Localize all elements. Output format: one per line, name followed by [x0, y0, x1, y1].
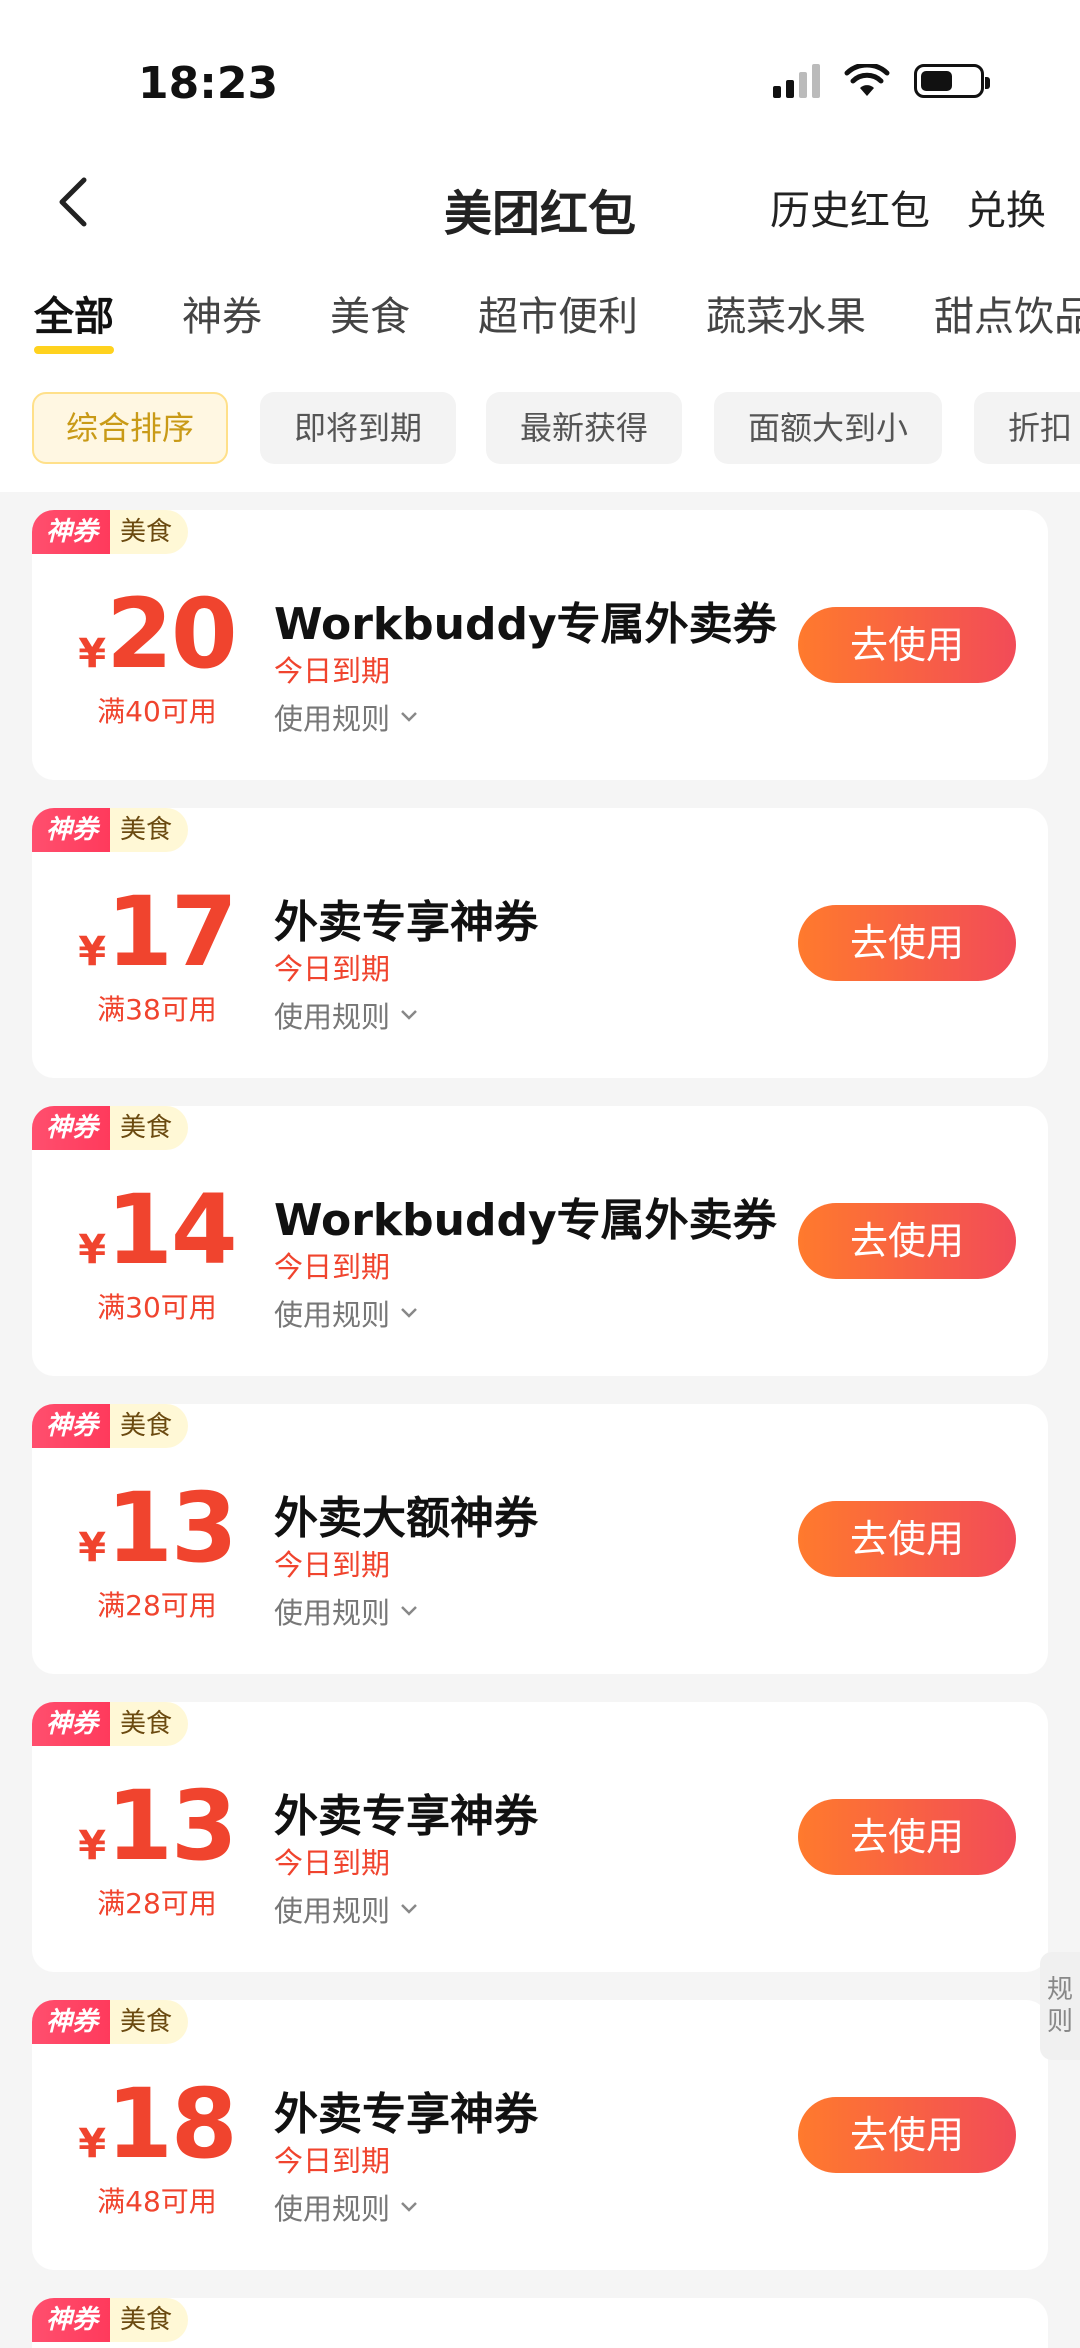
tab-supermarket[interactable]: 超市便利: [478, 284, 638, 342]
cellular-signal-icon: [773, 64, 820, 98]
history-link[interactable]: 历史红包: [770, 178, 930, 236]
coupon-amount: ¥20: [78, 578, 237, 690]
tab-vegetables[interactable]: 蔬菜水果: [706, 284, 866, 342]
header-area: 18:23 美团红包 历史红包 兑换 全部 神券 美食 超市便利 蔬菜水果 甜点…: [0, 0, 1080, 492]
coupon-amount: ¥13: [78, 1472, 237, 1584]
coupon-amount: ¥17: [78, 876, 237, 988]
shenquan-badge: 神券: [32, 808, 111, 852]
coupon-title: 外卖专享神券: [274, 897, 538, 948]
category-badge: 美食: [110, 1702, 189, 1746]
category-badge: 美食: [110, 1106, 189, 1150]
chevron-down-icon: [401, 1606, 417, 1616]
coupon-card: 神券 美食 ¥20 满40可用 Workbuddy专属外卖券 今日到期 使用规则 …: [32, 510, 1048, 780]
chevron-down-icon: [401, 1904, 417, 1914]
use-coupon-button[interactable]: 去使用: [798, 1799, 1016, 1875]
usage-rules-toggle[interactable]: 使用规则: [274, 1888, 418, 1930]
filter-amount-desc[interactable]: 面额大到小: [714, 392, 942, 464]
coupon-amount: ¥14: [78, 1174, 237, 1286]
wifi-icon: [844, 64, 890, 96]
filter-discount[interactable]: 折扣: [974, 392, 1080, 464]
coupon-card: 神券 美食 ¥17 满38可用 外卖专享神券 今日到期 使用规则 去使用: [32, 808, 1048, 1078]
coupon-card: 神券 美食 ¥13 满28可用 外卖专享神券 今日到期 使用规则 去使用: [32, 1702, 1048, 1972]
coupon-title: Workbuddy专属外卖券: [274, 599, 777, 650]
shenquan-badge: 神券: [32, 2000, 111, 2044]
chevron-down-icon: [401, 712, 417, 722]
tab-shenquan[interactable]: 神券: [182, 284, 262, 342]
category-badge: 美食: [110, 2000, 189, 2044]
coupon-card: 神券 美食 ¥18 满48可用 外卖专享神券 今日到期 使用规则 去使用: [32, 2000, 1048, 2270]
category-badge: 美食: [110, 510, 189, 554]
coupon-expire: 今日到期: [274, 2144, 391, 2178]
coupon-threshold: 满28可用: [97, 1589, 217, 1622]
shenquan-badge: 神券: [32, 1404, 111, 1448]
status-time: 18:23: [138, 58, 279, 109]
category-tabs: 全部 神券 美食 超市便利 蔬菜水果 甜点饮品: [0, 284, 1080, 360]
coupon-threshold: 满30可用: [97, 1291, 217, 1324]
tab-food[interactable]: 美食: [330, 284, 410, 342]
coupon-threshold: 满28可用: [97, 1887, 217, 1920]
coupon-expire: 今日到期: [274, 654, 391, 688]
coupon-title: 外卖大额神券: [274, 1493, 538, 1544]
coupon-threshold: 满40可用: [97, 695, 217, 728]
coupon-expire: 今日到期: [274, 1846, 391, 1880]
tab-all[interactable]: 全部: [34, 284, 114, 342]
coupon-title: 外卖专享神券: [274, 1791, 538, 1842]
filter-newest[interactable]: 最新获得: [486, 392, 682, 464]
category-badge: 美食: [110, 1404, 189, 1448]
use-coupon-button[interactable]: 去使用: [798, 905, 1016, 981]
coupon-amount: ¥18: [78, 2068, 237, 2180]
shenquan-badge: 神券: [32, 1702, 111, 1746]
coupon-amount: ¥13: [78, 1770, 237, 1882]
shenquan-badge: 神券: [32, 2298, 111, 2342]
usage-rules-toggle[interactable]: 使用规则: [274, 1292, 418, 1334]
battery-icon: [914, 64, 990, 98]
coupon-card: 神券 美食 ¥13 满28可用 外卖大额神券 今日到期 使用规则 去使用: [32, 1404, 1048, 1674]
coupon-threshold: 满38可用: [97, 993, 217, 1026]
filter-comprehensive[interactable]: 综合排序: [32, 392, 228, 464]
coupon-expire: 今日到期: [274, 952, 391, 986]
filter-bar: 综合排序 即将到期 最新获得 面额大到小 折扣: [0, 392, 1080, 468]
usage-rules-toggle[interactable]: 使用规则: [274, 2186, 418, 2228]
tab-desserts[interactable]: 甜点饮品: [934, 284, 1080, 342]
nav-bar: 美团红包 历史红包 兑换: [0, 160, 1080, 250]
shenquan-badge: 神券: [32, 1106, 111, 1150]
exchange-link[interactable]: 兑换: [966, 178, 1046, 236]
category-badge: 美食: [110, 808, 189, 852]
category-badge: 美食: [110, 2298, 189, 2342]
status-icons: [773, 64, 990, 98]
shenquan-badge: 神券: [32, 510, 111, 554]
chevron-down-icon: [401, 2202, 417, 2212]
usage-rules-toggle[interactable]: 使用规则: [274, 696, 418, 738]
coupon-title: Workbuddy专属外卖券: [274, 1195, 777, 1246]
use-coupon-button[interactable]: 去使用: [798, 1203, 1016, 1279]
filter-expiring[interactable]: 即将到期: [260, 392, 456, 464]
rules-side-tab[interactable]: 规则: [1040, 1952, 1080, 2060]
chevron-down-icon: [401, 1010, 417, 1020]
usage-rules-toggle[interactable]: 使用规则: [274, 1590, 418, 1632]
active-tab-indicator: [34, 346, 114, 354]
coupon-expire: 今日到期: [274, 1548, 391, 1582]
use-coupon-button[interactable]: 去使用: [798, 2097, 1016, 2173]
chevron-down-icon: [401, 1308, 417, 1318]
use-coupon-button[interactable]: 去使用: [798, 607, 1016, 683]
coupon-expire: 今日到期: [274, 1250, 391, 1284]
coupon-threshold: 满48可用: [97, 2185, 217, 2218]
coupon-title: 外卖专享神券: [274, 2089, 538, 2140]
coupon-card-partial: 神券 美食: [32, 2298, 1048, 2348]
coupon-card: 神券 美食 ¥14 满30可用 Workbuddy专属外卖券 今日到期 使用规则 …: [32, 1106, 1048, 1376]
usage-rules-toggle[interactable]: 使用规则: [274, 994, 418, 1036]
use-coupon-button[interactable]: 去使用: [798, 1501, 1016, 1577]
